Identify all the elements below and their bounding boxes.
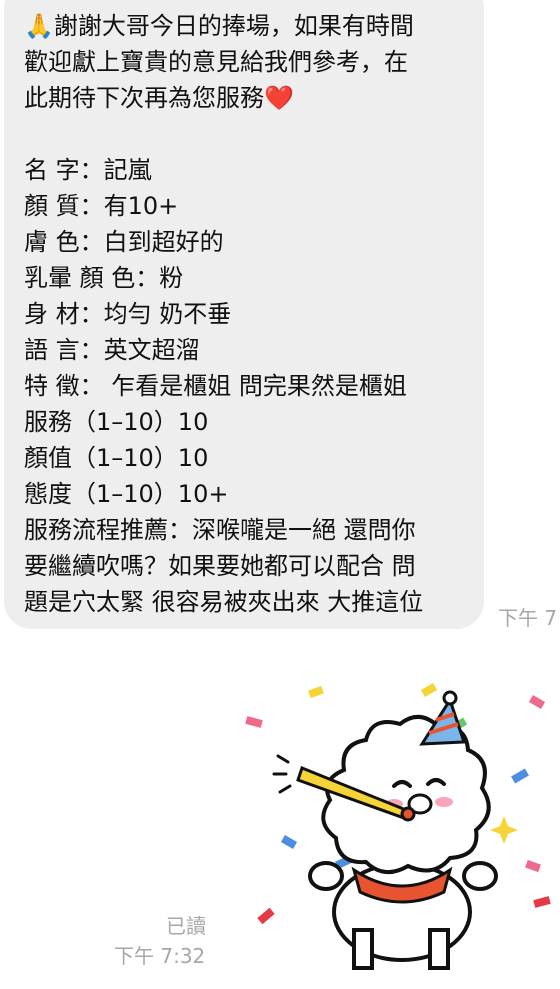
message-line: 顏 質：有10+ [24, 192, 179, 220]
message-line: 此期待下次再為您服務❤️ [24, 80, 484, 116]
heart-icon: ❤️ [264, 84, 294, 112]
read-receipt: 已讀 [166, 914, 206, 938]
message-line: 歡迎獻上寶貴的意見給我們參考，在 [24, 48, 408, 76]
sticker-timestamp: 下午 7:32 [114, 944, 206, 968]
message-line: 服務流程推薦：深喉嚨是一絕 還問你 [24, 516, 416, 544]
message-line: 身 材：均勻 奶不垂 [24, 300, 232, 328]
message-line: 要繼續吹嗎？如果要她都可以配合 問 [24, 552, 416, 580]
party-bear-sticker-icon[interactable] [244, 680, 560, 970]
message-line: 態度（1–10）10+ [24, 480, 229, 508]
message-line: 🙏謝謝大哥今日的捧場，如果有時間 [24, 12, 414, 40]
message-line: 語 言：英文超溜 [24, 336, 200, 364]
message-line: 名 字：記嵐 [24, 156, 152, 184]
message-line: 乳暈 顏 色：粉 [24, 264, 184, 292]
message-timestamp: 下午 7 [498, 606, 558, 630]
message-line: 顏值（1–10）10 [24, 444, 209, 472]
message-line: 特 徵： 乍看是櫃姐 問完果然是櫃姐 [24, 372, 407, 400]
message-line: 服務（1–10）10 [24, 408, 209, 436]
message-line-text: 此期待下次再為您服務 [24, 84, 264, 112]
message-line: 膚 色：白到超好的 [24, 228, 224, 256]
message-bubble[interactable]: 🙏謝謝大哥今日的捧場，如果有時間 歡迎獻上寶貴的意見給我們參考，在 此期待下次再… [4, 0, 484, 629]
message-line: 題是穴太緊 很容易被夾出來 大推這位 [24, 588, 424, 616]
